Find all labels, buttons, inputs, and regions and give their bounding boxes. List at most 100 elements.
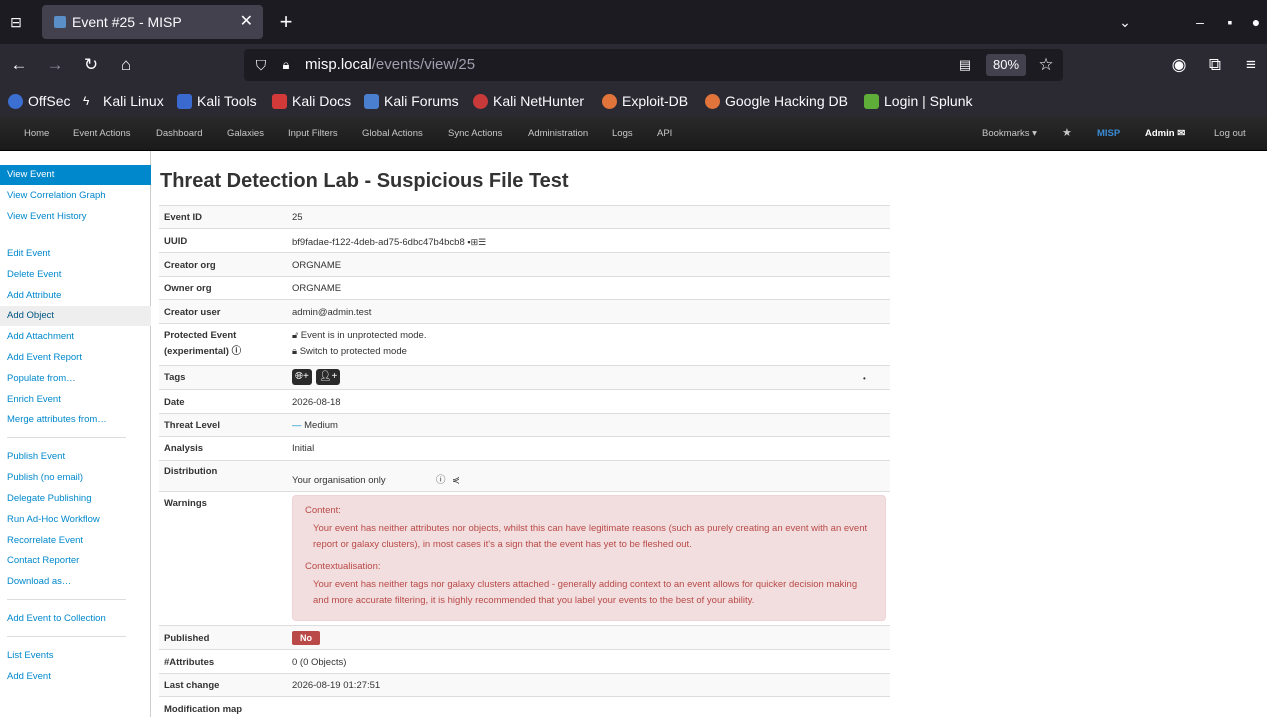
sidebar-publish-no-email[interactable]: Publish (no email)	[0, 468, 151, 488]
label-threat-level: Threat Level	[164, 420, 220, 431]
plus-square-icon[interactable]: ⊞	[471, 234, 479, 250]
tab-list-icon[interactable]: ⊟	[6, 12, 26, 32]
published-badge: No	[292, 631, 320, 645]
url-text[interactable]: misp.local/events/view/25	[305, 49, 475, 81]
value-published: No	[292, 631, 320, 647]
sidebar-add-attachment[interactable]: Add Attachment	[0, 327, 151, 347]
bookmark-kali-docs[interactable]: Kali Docs	[270, 86, 351, 116]
nav-sync-actions[interactable]: Sync Actions	[448, 116, 502, 151]
nav-event-actions[interactable]: Event Actions	[73, 116, 131, 151]
nav-home[interactable]: Home	[24, 116, 49, 151]
row-threat-level: Threat Level — Medium	[159, 413, 890, 436]
reload-icon[interactable]: ↻	[80, 54, 102, 76]
splunk-icon	[864, 94, 879, 109]
row-modification-map: Modification map	[159, 696, 890, 717]
sidebar-add-event[interactable]: Add Event	[0, 667, 151, 687]
back-icon[interactable]: ←	[8, 54, 30, 76]
sidebar-download-as[interactable]: Download as…	[0, 572, 151, 592]
nav-input-filters[interactable]: Input Filters	[288, 116, 338, 151]
nav-admin-user[interactable]: Admin ✉	[1145, 116, 1185, 151]
row-last-change: Last change 2026-08-19 01:27:51	[159, 673, 890, 696]
row-event-id: Event ID 25	[159, 205, 890, 228]
sidebar-run-adhoc-workflow[interactable]: Run Ad-Hoc Workflow	[0, 510, 151, 530]
nav-bookmarks[interactable]: Bookmarks ▾	[982, 116, 1037, 151]
minimize-icon[interactable]: –	[1190, 12, 1210, 32]
sidebar-add-object[interactable]: Add Object	[0, 306, 151, 326]
bookmark-exploit-db[interactable]: Exploit-DB	[600, 86, 688, 116]
warning-context-text: Your event has neither tags nor galaxy c…	[313, 579, 858, 606]
reader-view-icon[interactable]: ▤	[956, 56, 974, 74]
tag-dot-icon: •	[863, 374, 866, 383]
row-published: Published No	[159, 625, 890, 649]
sidebar-list-events[interactable]: List Events	[0, 646, 151, 666]
uuid-text: bf9fadae-f122-4deb-ad75-6dbc47b4bcb8	[292, 237, 465, 248]
bookmark-splunk-login[interactable]: Login | Splunk	[862, 86, 972, 116]
add-local-tag-button[interactable]: 👤︎+	[315, 369, 341, 385]
maximize-icon[interactable]: ▪	[1220, 12, 1240, 32]
label-protected-experimental: (experimental) ⓘ	[164, 346, 242, 357]
label-analysis: Analysis	[164, 443, 204, 454]
sidebar-recorrelate-event[interactable]: Recorrelate Event	[0, 531, 151, 551]
url-bar[interactable]: ⛉ 🔒︎ misp.local/events/view/25 ▤ 80% ☆	[244, 49, 1063, 81]
close-window-icon[interactable]: ●	[1246, 12, 1266, 32]
bookmark-kali-tools[interactable]: Kali Tools	[175, 86, 257, 116]
star-icon[interactable]: ★	[1062, 116, 1072, 151]
bookmark-star-icon[interactable]: ☆	[1036, 55, 1056, 75]
nav-logout[interactable]: Log out	[1214, 116, 1246, 151]
link-creator-org[interactable]: ORGNAME	[292, 258, 341, 274]
browser-nav-bar: ← → ↻ ⌂ ⛉ 🔒︎ misp.local/events/view/25 ▤…	[0, 44, 1267, 86]
sidebar-add-event-report[interactable]: Add Event Report	[0, 348, 151, 368]
link-owner-org[interactable]: ORGNAME	[292, 281, 341, 297]
event-title: Threat Detection Lab - Suspicious File T…	[160, 170, 569, 192]
sidebar-edit-event[interactable]: Edit Event	[0, 244, 151, 264]
sidebar-view-event-history[interactable]: View Event History	[0, 207, 151, 227]
menu-icon[interactable]: ≡	[1240, 54, 1262, 76]
zoom-level-button[interactable]: 80%	[986, 54, 1026, 76]
row-creator-org: Creator org ORGNAME	[159, 252, 890, 276]
sidebar-view-correlation-graph[interactable]: View Correlation Graph	[0, 186, 151, 206]
row-uuid: UUID bf9fadae-f122-4deb-ad75-6dbc47b4bcb…	[159, 228, 890, 252]
bookmark-kali-forums[interactable]: Kali Forums	[362, 86, 459, 116]
bookmark-google-hacking-db[interactable]: Google Hacking DB	[703, 86, 848, 116]
shield-icon[interactable]: ⛉	[252, 56, 270, 74]
bookmark-kali-nethunter[interactable]: Kali NetHunter	[471, 86, 584, 116]
forward-icon[interactable]: →	[44, 54, 66, 76]
nav-galaxies[interactable]: Galaxies	[227, 116, 264, 151]
sidebar-populate-from[interactable]: Populate from…	[0, 369, 151, 389]
bookmark-offsec[interactable]: OffSec	[6, 86, 71, 116]
nav-dashboard[interactable]: Dashboard	[156, 116, 202, 151]
share-icon[interactable]: ⋞	[452, 473, 460, 489]
sidebar-delegate-publishing[interactable]: Delegate Publishing	[0, 489, 151, 509]
browser-tab-active[interactable]: Event #25 - MISP ✕	[42, 5, 263, 39]
sidebar-view-event[interactable]: View Event	[0, 165, 151, 185]
envelope-icon[interactable]: ✉	[1177, 128, 1185, 139]
nav-global-actions[interactable]: Global Actions	[362, 116, 423, 151]
label-distribution: Distribution	[164, 466, 218, 477]
new-tab-icon[interactable]: +	[276, 10, 296, 34]
extensions-icon[interactable]: ⧉	[1204, 54, 1226, 76]
tab-overflow-chevron-icon[interactable]: ⌄	[1115, 12, 1135, 32]
home-icon[interactable]: ⌂	[115, 54, 137, 76]
distribution-info-icon[interactable]: ⓘ	[436, 473, 446, 489]
sidebar-add-event-to-collection[interactable]: Add Event to Collection	[0, 609, 151, 629]
row-analysis: Analysis Initial	[159, 436, 890, 460]
sidebar-publish-event[interactable]: Publish Event	[0, 447, 151, 467]
nav-administration[interactable]: Administration	[528, 116, 588, 151]
sidebar-contact-reporter[interactable]: Contact Reporter	[0, 551, 151, 571]
sidebar-add-attribute[interactable]: Add Attribute	[0, 286, 151, 306]
bookmark-kali-linux[interactable]: ϟ Kali Linux	[81, 86, 164, 116]
sidebar-merge-attributes[interactable]: Merge attributes from…	[0, 410, 151, 430]
nav-misp-home[interactable]: MISP	[1097, 116, 1120, 151]
sidebar-delete-event[interactable]: Delete Event	[0, 265, 151, 285]
info-icon[interactable]: ⓘ	[232, 346, 242, 357]
switch-protected-mode-link[interactable]: 🔒︎ Switch to protected mode	[292, 344, 407, 360]
nav-api[interactable]: API	[657, 116, 672, 151]
lock-icon[interactable]: 🔒︎	[278, 56, 294, 74]
add-global-tag-button[interactable]: 🌐︎+	[292, 369, 312, 385]
list-icon[interactable]: ☰	[478, 234, 486, 250]
sidebar-enrich-event[interactable]: Enrich Event	[0, 390, 151, 410]
nav-logs[interactable]: Logs	[612, 116, 633, 151]
tab-close-icon[interactable]: ✕	[240, 5, 253, 39]
account-icon[interactable]: ◉	[1168, 54, 1190, 76]
label-tags: Tags	[164, 372, 186, 383]
